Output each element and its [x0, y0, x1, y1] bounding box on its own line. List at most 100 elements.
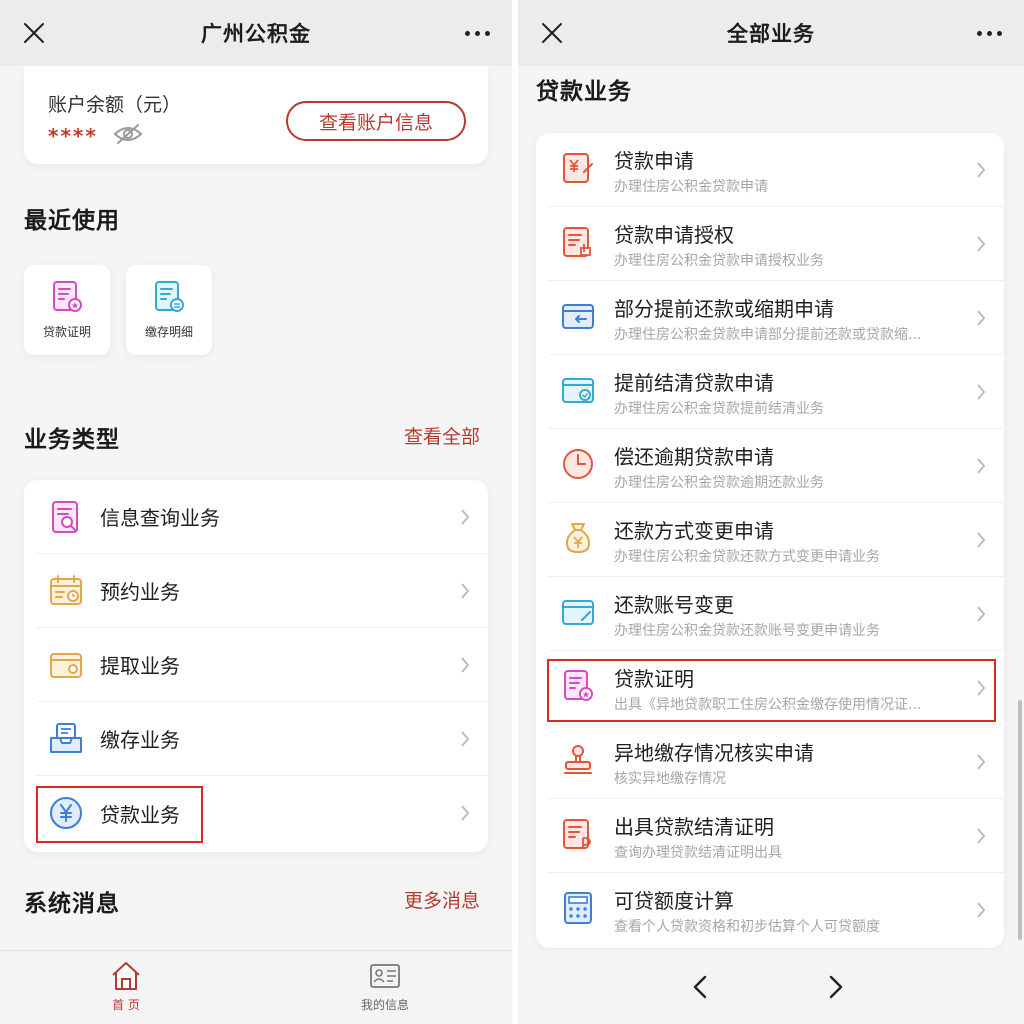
loan-item-description: 办理住房公积金贷款逾期还款业务 [614, 475, 824, 491]
loan-item-row[interactable]: 贷款申请办理住房公积金贷款申请 [548, 133, 1004, 207]
clock-icon [563, 449, 593, 479]
loan-item-name: 贷款申请 [614, 149, 694, 173]
chevron-right-icon [977, 384, 986, 400]
business-type-label: 预约业务 [100, 580, 180, 604]
money-bag-icon [565, 523, 591, 554]
chevron-right-icon [977, 606, 986, 622]
balance-value: **** [48, 124, 98, 148]
business-type-label: 缴存业务 [100, 728, 180, 752]
chevron-right-icon [977, 310, 986, 326]
recent-item-label: 贷款证明 [42, 325, 91, 339]
stamp-icon [564, 745, 592, 774]
right-screen: 全部业务 贷款业务 贷款申请 办理住房公积金贷款申请 贷款申请授权 办理住房公积金贷款… [518, 0, 1024, 1024]
loan-item-name: 出具贷款结清证明 [614, 815, 774, 839]
business-type-label: 信息查询业务 [100, 506, 220, 530]
more-messages-link[interactable]: 更多消息 [404, 886, 480, 913]
chevron-right-icon [977, 754, 986, 770]
balance-label: 账户余额（元） [48, 94, 182, 116]
highlight-box [36, 786, 203, 843]
system-messages-title: 系统消息 [24, 891, 120, 917]
chevron-right-icon [977, 458, 986, 474]
chevron-right-icon [461, 509, 470, 525]
loan-item-description: 办理住房公积金贷款提前结清业务 [614, 401, 824, 417]
home-icon [112, 962, 140, 990]
balance-card: 账户余额（元） **** 查看账户信息 [24, 66, 488, 164]
recent-item-deposit-detail[interactable]: 缴存明细 [126, 265, 212, 355]
loan-item-row[interactable]: 部分提前还款或缩期申请办理住房公积金贷款申请部分提前还款或贷款缩... [548, 281, 1004, 355]
partial-repay-icon [562, 304, 594, 329]
loan-item-row[interactable]: 提前结清贷款申请办理住房公积金贷款提前结清业务 [548, 355, 1004, 429]
chevron-right-icon [977, 828, 986, 844]
view-account-info-button[interactable]: 查看账户信息 [286, 101, 466, 141]
business-type-withdrawal[interactable]: 提取业务 [36, 628, 488, 702]
business-type-label: 提取业务 [100, 654, 180, 678]
loan-item-name: 提前结清贷款申请 [614, 371, 774, 395]
loan-item-row[interactable]: 贷款申请授权办理住房公积金贷款申请授权业务 [548, 207, 1004, 281]
left-top-bar: 广州公积金 [0, 0, 512, 66]
loan-item-name: 可贷额度计算 [614, 889, 734, 913]
loan-item-description: 办理住房公积金贷款还款账号变更申请业务 [614, 623, 880, 639]
recent-item-label: 缴存明细 [144, 325, 193, 339]
loan-item-name: 还款方式变更申请 [614, 519, 774, 543]
loan-item-name: 贷款申请授权 [614, 223, 734, 247]
loan-apply-icon [563, 153, 593, 183]
loan-item-row[interactable]: 偿还逾期贷款申请 办理住房公积金贷款逾期还款业务 [548, 429, 1004, 503]
chevron-left-icon[interactable] [686, 972, 716, 1002]
eye-off-icon[interactable] [112, 122, 144, 146]
loan-auth-icon [563, 227, 591, 257]
page-title: 全部业务 [727, 22, 815, 46]
wallet-icon [50, 652, 82, 678]
business-type-title: 业务类型 [24, 427, 120, 453]
browser-nav [518, 950, 1024, 1024]
chevron-right-icon [461, 805, 470, 821]
loan-item-description: 办理住房公积金贷款申请部分提前还款或贷款缩... [614, 327, 922, 343]
scrollbar[interactable] [1018, 700, 1022, 940]
chevron-right-icon [977, 902, 986, 918]
loan-item-description: 查看个人贷款资格和初步估算个人可贷额度 [614, 919, 880, 935]
loan-item-row[interactable]: 还款账号变更 办理住房公积金贷款还款账号变更申请业务 [548, 577, 1004, 651]
nav-my-info[interactable]: 我的信息 [345, 959, 425, 1013]
card-edit-icon [562, 600, 594, 625]
deposit-detail-icon [155, 281, 184, 312]
chevron-right-icon [461, 657, 470, 673]
loan-item-row[interactable]: 可贷额度计算查看个人贷款资格和初步估算个人可贷额度 [548, 873, 1004, 947]
chevron-right-icon[interactable] [820, 972, 850, 1002]
loan-item-row[interactable]: 异地缴存情况核实申请核实异地缴存情况 [548, 725, 1004, 799]
close-icon[interactable] [540, 21, 564, 45]
close-icon[interactable] [22, 21, 46, 45]
nav-home-label: 首 页 [112, 998, 140, 1012]
highlight-box [547, 659, 996, 722]
loan-item-name: 异地缴存情况核实申请 [614, 741, 814, 765]
recent-item-loan-certificate[interactable]: 贷款证明 [24, 265, 110, 355]
card-check-icon [562, 378, 594, 403]
nav-home[interactable]: 首 页 [86, 959, 166, 1013]
view-all-link[interactable]: 查看全部 [404, 422, 480, 449]
right-top-bar: 全部业务 [518, 0, 1024, 66]
page-title: 广州公积金 [201, 22, 311, 46]
info-query-icon [52, 500, 78, 533]
business-type-appointment[interactable]: 预约业务 [36, 554, 488, 628]
business-type-deposit[interactable]: 缴存业务 [36, 702, 488, 776]
loan-item-description: 办理住房公积金贷款申请 [614, 179, 768, 195]
loan-section-title: 贷款业务 [536, 79, 632, 105]
loan-item-description: 核实异地缴存情况 [614, 771, 726, 787]
inbox-icon [50, 722, 82, 753]
nav-my-info-label: 我的信息 [360, 998, 409, 1012]
chevron-right-icon [977, 236, 986, 252]
calculator-icon [564, 892, 592, 924]
loan-item-description: 办理住房公积金贷款还款方式变更申请业务 [614, 549, 880, 565]
loan-item-row[interactable]: 还款方式变更申请办理住房公积金贷款还款方式变更申请业务 [548, 503, 1004, 577]
loan-item-name: 部分提前还款或缩期申请 [614, 297, 834, 321]
loan-item-row[interactable]: 出具贷款结清证明 查询办理贷款结清证明出具 [548, 799, 1004, 873]
left-screen: 广州公积金 账户余额（元） **** 查看账户信息 最近使用 贷款证明 缴存明细… [0, 0, 512, 1024]
business-type-info-query[interactable]: 信息查询业务 [36, 480, 488, 554]
screenshot-root: 广州公积金 账户余额（元） **** 查看账户信息 最近使用 贷款证明 缴存明细… [0, 0, 1024, 1024]
calendar-icon [50, 574, 82, 605]
chevron-right-icon [461, 583, 470, 599]
more-icon[interactable] [465, 31, 490, 36]
chevron-right-icon [461, 731, 470, 747]
more-icon[interactable] [977, 31, 1002, 36]
chevron-right-icon [977, 532, 986, 548]
loan-item-description: 办理住房公积金贷款申请授权业务 [614, 253, 824, 269]
loan-business-list: 贷款申请办理住房公积金贷款申请贷款申请授权办理住房公积金贷款申请授权业务部分提前… [536, 133, 1004, 948]
